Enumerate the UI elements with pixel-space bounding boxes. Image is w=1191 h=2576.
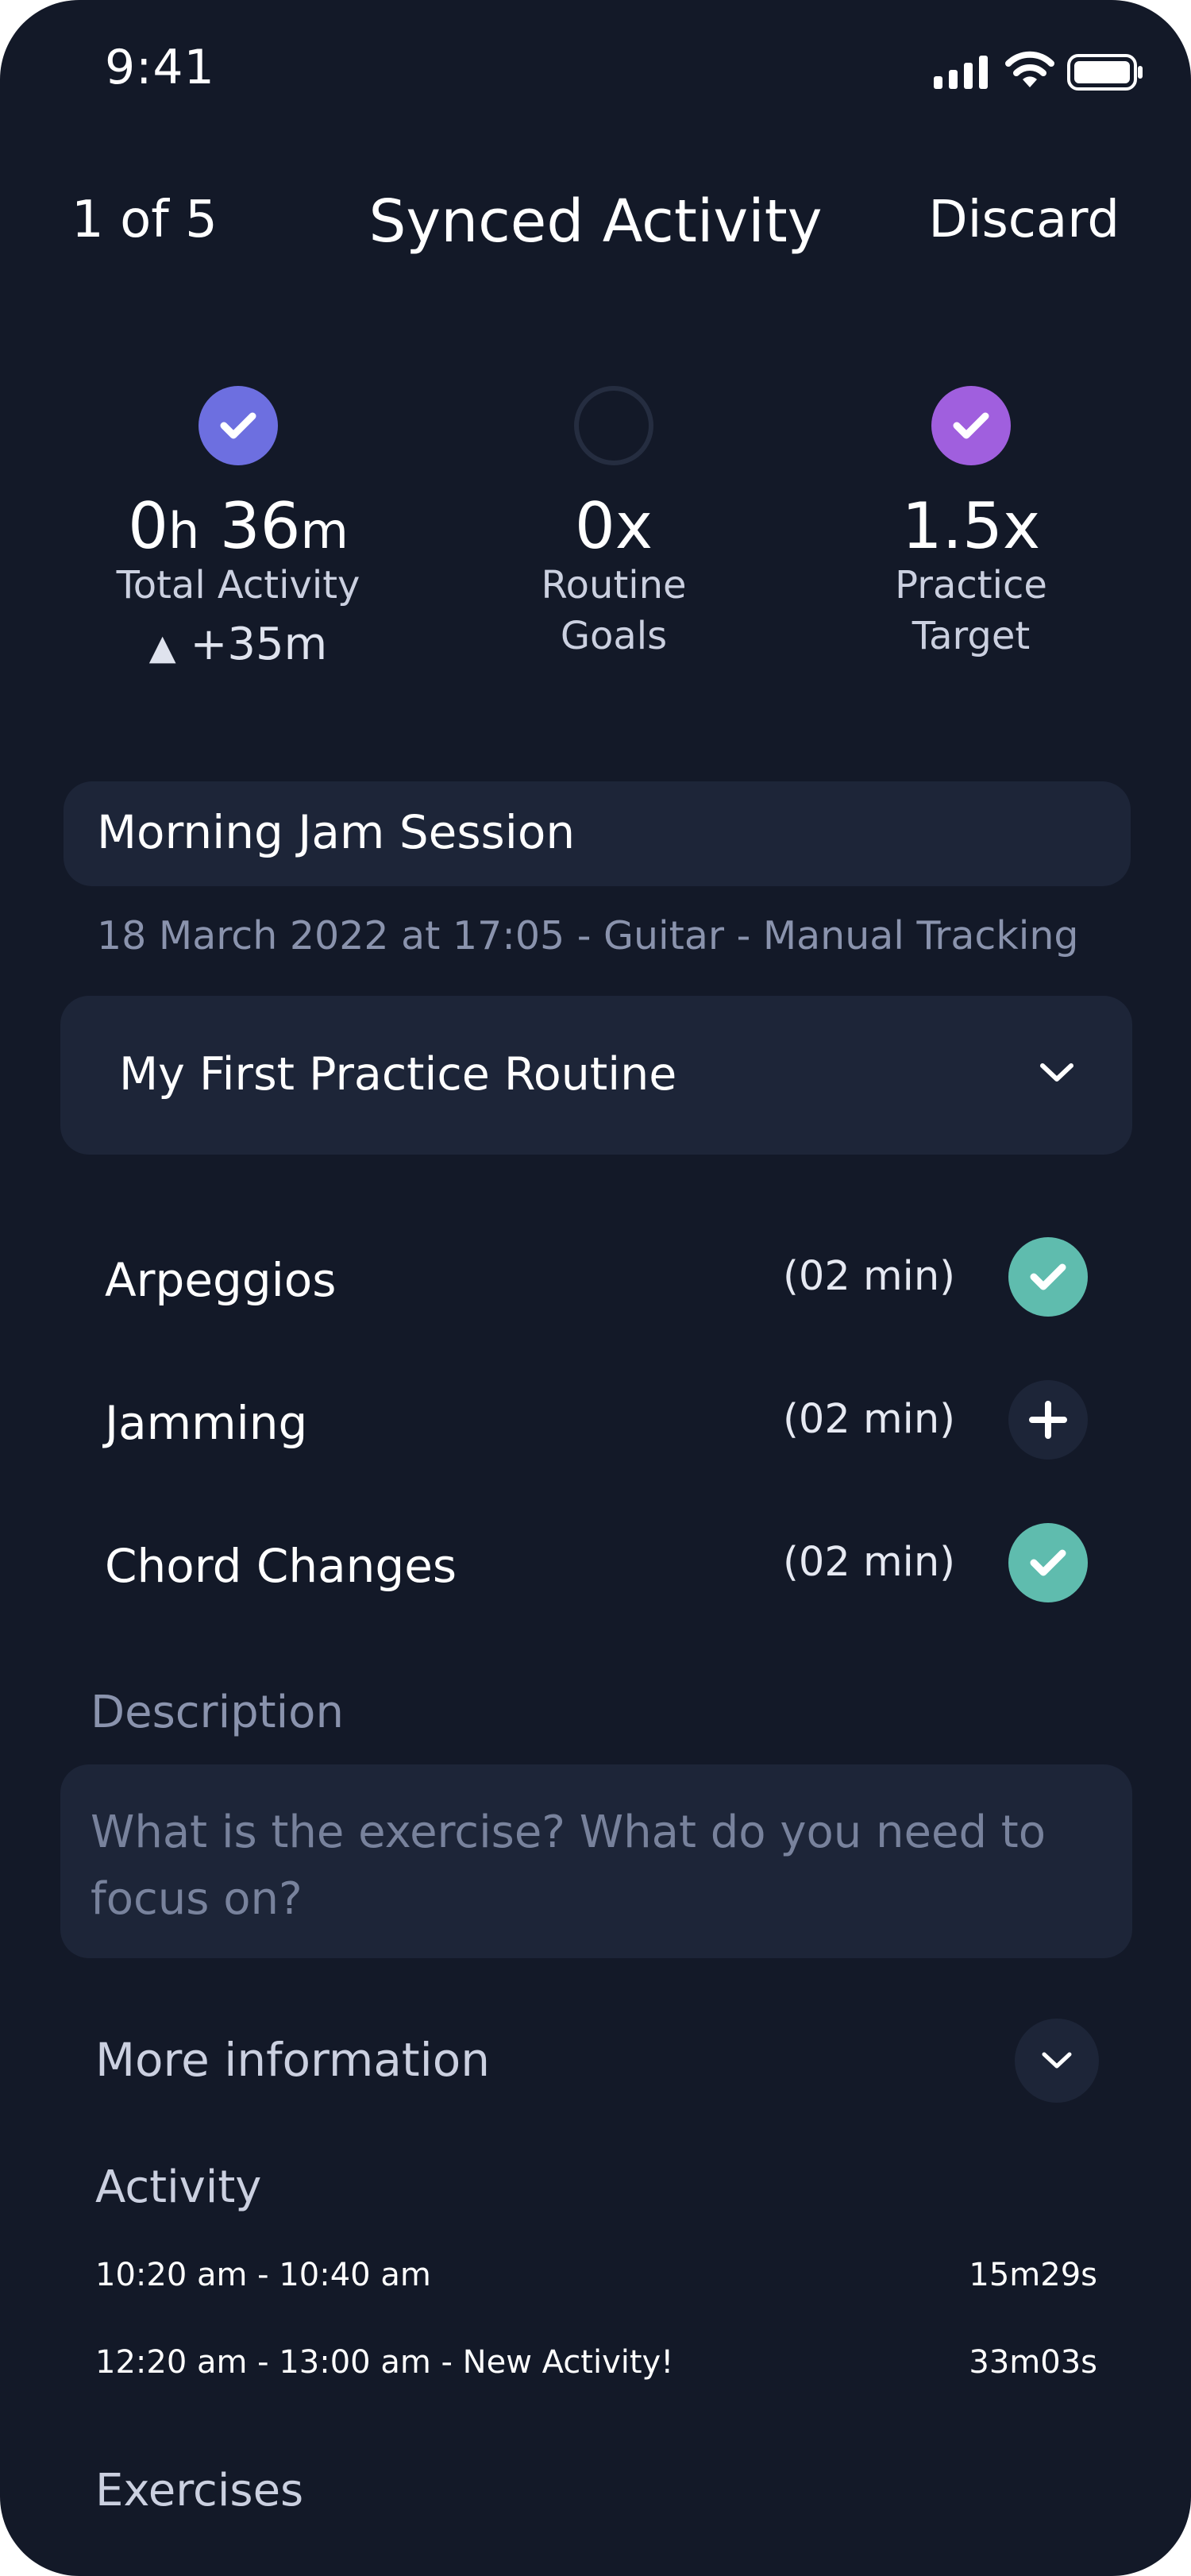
stat-routine-goals: 0x Routine Goals (431, 386, 796, 661)
phone-screen: 9:41 1 of 5 Synced Activity Discard 0h 3… (0, 0, 1191, 2576)
description-placeholder: What is the exercise? What do you need t… (91, 1807, 1046, 1925)
activity-section-label: Activity (95, 2161, 262, 2213)
exercise-duration: (02 min) (783, 1253, 956, 1300)
empty-circle-icon (574, 386, 653, 465)
session-name-text: Morning Jam Session (97, 805, 576, 859)
wifi-icon (1005, 51, 1054, 87)
activity-row-range: 10:20 am - 10:40 am (95, 2257, 431, 2293)
stat-practice-target: 1.5x Practice Target (788, 386, 1154, 661)
session-name-field[interactable]: Morning Jam Session (64, 781, 1131, 886)
total-activity-delta: ▲ +35m (148, 619, 328, 670)
total-activity-value: 0h 36m (128, 489, 349, 563)
routine-selected-label: My First Practice Routine (119, 1048, 677, 1101)
practice-target-label: Practice Target (895, 563, 1047, 658)
activity-row-range: 12:20 am - 13:00 am - New Activity! (95, 2344, 674, 2381)
check-icon (1030, 1549, 1066, 1576)
routine-dropdown[interactable]: My First Practice Routine (60, 996, 1132, 1155)
routine-goals-value: 0x (574, 489, 653, 563)
exercise-duration: (02 min) (783, 1396, 956, 1443)
check-circle-icon (198, 386, 278, 465)
triangle-up-icon: ▲ (148, 627, 176, 668)
session-meta: 18 March 2022 at 17:05 - Guitar - Manual… (97, 913, 1079, 958)
total-activity-label: Total Activity (116, 563, 360, 607)
check-circle-icon (931, 386, 1011, 465)
routine-goals-label: Routine Goals (541, 563, 687, 658)
exercise-duration: (02 min) (783, 1539, 956, 1586)
more-information-label: More information (95, 2033, 490, 2087)
exercise-done-button[interactable] (1008, 1523, 1088, 1602)
exercise-add-button[interactable] (1008, 1380, 1088, 1460)
exercise-name: Jamming (105, 1396, 308, 1450)
exercises-section-label: Exercises (95, 2465, 304, 2516)
more-information-toggle[interactable] (1015, 2019, 1099, 2103)
battery-icon (1067, 54, 1143, 91)
check-icon (1030, 1263, 1066, 1290)
description-label: Description (91, 1687, 344, 1738)
exercise-name: Chord Changes (105, 1539, 457, 1593)
exercise-name: Arpeggios (105, 1253, 337, 1307)
plus-icon (1029, 1401, 1067, 1439)
practice-target-value: 1.5x (901, 489, 1041, 563)
chevron-down-icon (1042, 2052, 1072, 2069)
activity-row-duration: 33m03s (969, 2344, 1097, 2381)
description-input[interactable]: What is the exercise? What do you need t… (60, 1764, 1132, 1958)
discard-button[interactable]: Discard (928, 191, 1120, 249)
chevron-down-icon (1040, 1063, 1073, 1082)
cellular-signal-icon (934, 52, 988, 89)
exercise-done-button[interactable] (1008, 1237, 1088, 1317)
status-time: 9:41 (105, 40, 215, 95)
activity-row-duration: 15m29s (969, 2257, 1097, 2293)
stat-total-activity: 0h 36m Total Activity ▲ +35m (56, 386, 421, 670)
